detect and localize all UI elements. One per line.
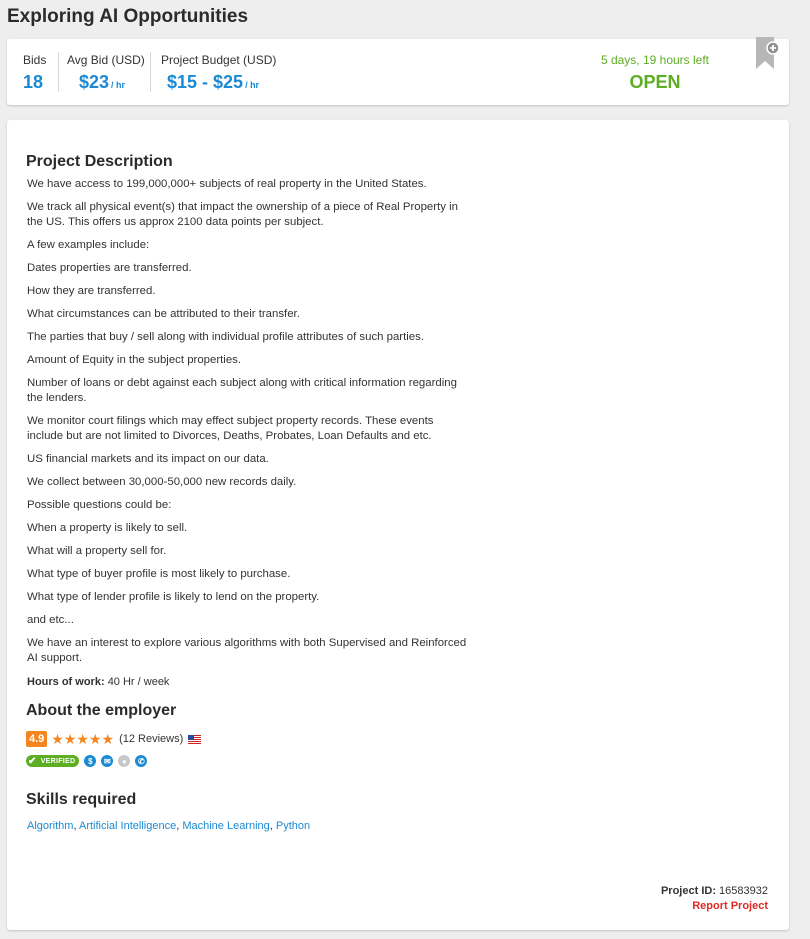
project-details-card: Project Description We have access to 19… bbox=[7, 120, 789, 930]
report-project-link[interactable]: Report Project bbox=[692, 900, 768, 912]
project-summary-bar: Bids 18 Avg Bid (USD) $23/ hr Project Bu… bbox=[7, 37, 789, 105]
us-flag-icon bbox=[188, 734, 202, 744]
verified-badge: ✔ VERIFIED bbox=[26, 755, 80, 767]
divider bbox=[150, 52, 151, 92]
hours-of-work: Hours of work: 40 Hr / week bbox=[27, 676, 169, 688]
project-id-value: 16583932 bbox=[719, 885, 768, 897]
description-paragraph: What type of buyer profile is most likel… bbox=[27, 568, 291, 580]
skill-link[interactable]: Artificial Intelligence bbox=[79, 820, 176, 832]
bids-value: 18 bbox=[23, 72, 44, 92]
description-heading: Project Description bbox=[26, 153, 173, 170]
avg-bid-label: Avg Bid (USD) bbox=[67, 53, 145, 67]
employer-verifications: ✔ VERIFIED $ ✉ ● ✆ bbox=[26, 754, 148, 768]
phone-verified-icon: ✆ bbox=[135, 755, 148, 767]
verified-label: VERIFIED bbox=[40, 757, 76, 765]
bids-label: Bids bbox=[23, 53, 47, 67]
description-paragraph: US financial markets and its impact on o… bbox=[27, 453, 269, 465]
budget-value: $15 - $25 bbox=[167, 72, 244, 92]
star-rating-icon: ★★★★★ bbox=[51, 731, 115, 747]
profile-unverified-icon: ● bbox=[118, 755, 131, 767]
bookmark-add-icon[interactable] bbox=[756, 37, 778, 71]
page-title: Exploring AI Opportunities bbox=[7, 6, 249, 27]
budget-value-wrap: $15 - $25/ hr bbox=[161, 72, 276, 93]
employer-heading: About the employer bbox=[26, 702, 177, 719]
avg-bid-value-wrap: $23/ hr bbox=[67, 72, 145, 93]
avg-bid-unit: / hr bbox=[111, 80, 126, 90]
project-description: We have access to 199,000,000+ subjects … bbox=[27, 177, 472, 674]
skill-link[interactable]: Python bbox=[276, 820, 310, 832]
description-paragraph: We have access to 199,000,000+ subjects … bbox=[27, 178, 427, 190]
description-paragraph: We have an interest to explore various a… bbox=[27, 637, 467, 664]
description-paragraph: and etc... bbox=[27, 614, 74, 626]
hours-value: 40 Hr / week bbox=[107, 676, 170, 688]
skill-link[interactable]: Algorithm bbox=[27, 820, 73, 832]
description-paragraph: When a property is likely to sell. bbox=[27, 522, 188, 534]
bids-stat: Bids 18 bbox=[23, 53, 46, 93]
skills-list: Algorithm, Artificial Intelligence, Mach… bbox=[27, 820, 311, 832]
email-verified-icon: ✉ bbox=[101, 755, 114, 767]
description-paragraph: We collect between 30,000-50,000 new rec… bbox=[27, 476, 297, 488]
description-paragraph: What circumstances can be attributed to … bbox=[27, 308, 300, 320]
project-id-label: Project ID: bbox=[660, 885, 716, 897]
skill-link[interactable]: Machine Learning bbox=[182, 820, 269, 832]
description-paragraph: Amount of Equity in the subject properti… bbox=[27, 354, 242, 366]
hours-label: Hours of work: bbox=[27, 676, 105, 688]
status-badge: OPEN bbox=[629, 72, 681, 92]
budget-label: Project Budget (USD) bbox=[161, 53, 277, 67]
description-paragraph: How they are transferred. bbox=[27, 285, 156, 297]
check-icon: ✔ bbox=[28, 755, 37, 767]
description-paragraph: What type of lender profile is likely to… bbox=[27, 591, 320, 603]
description-paragraph: A few examples include: bbox=[27, 239, 150, 251]
description-paragraph: Number of loans or debt against each sub… bbox=[27, 377, 457, 404]
description-paragraph: We monitor court filings which may effec… bbox=[27, 415, 434, 442]
project-id: Project ID: 16583932 bbox=[661, 885, 768, 897]
payment-verified-icon: $ bbox=[84, 755, 97, 767]
description-paragraph: What will a property sell for. bbox=[27, 545, 167, 557]
avg-bid-stat: Avg Bid (USD) $23/ hr bbox=[67, 53, 145, 93]
divider bbox=[58, 52, 59, 92]
description-paragraph: We track all physical event(s) that impa… bbox=[27, 201, 458, 228]
description-paragraph: Possible questions could be: bbox=[27, 499, 172, 511]
description-paragraph: Dates properties are transferred. bbox=[27, 262, 192, 274]
time-left: 5 days, 19 hours left bbox=[600, 53, 710, 67]
employer-rating: 4.9 ★★★★★ (12 Reviews) bbox=[26, 731, 202, 747]
rating-score: 4.9 bbox=[26, 731, 48, 747]
description-paragraph: The parties that buy / sell along with i… bbox=[27, 331, 424, 343]
budget-unit: / hr bbox=[245, 80, 260, 90]
budget-stat: Project Budget (USD) $15 - $25/ hr bbox=[161, 53, 276, 93]
reviews-count[interactable]: (12 Reviews) bbox=[119, 733, 183, 745]
skills-heading: Skills required bbox=[26, 791, 137, 808]
avg-bid-value: $23 bbox=[79, 72, 110, 92]
